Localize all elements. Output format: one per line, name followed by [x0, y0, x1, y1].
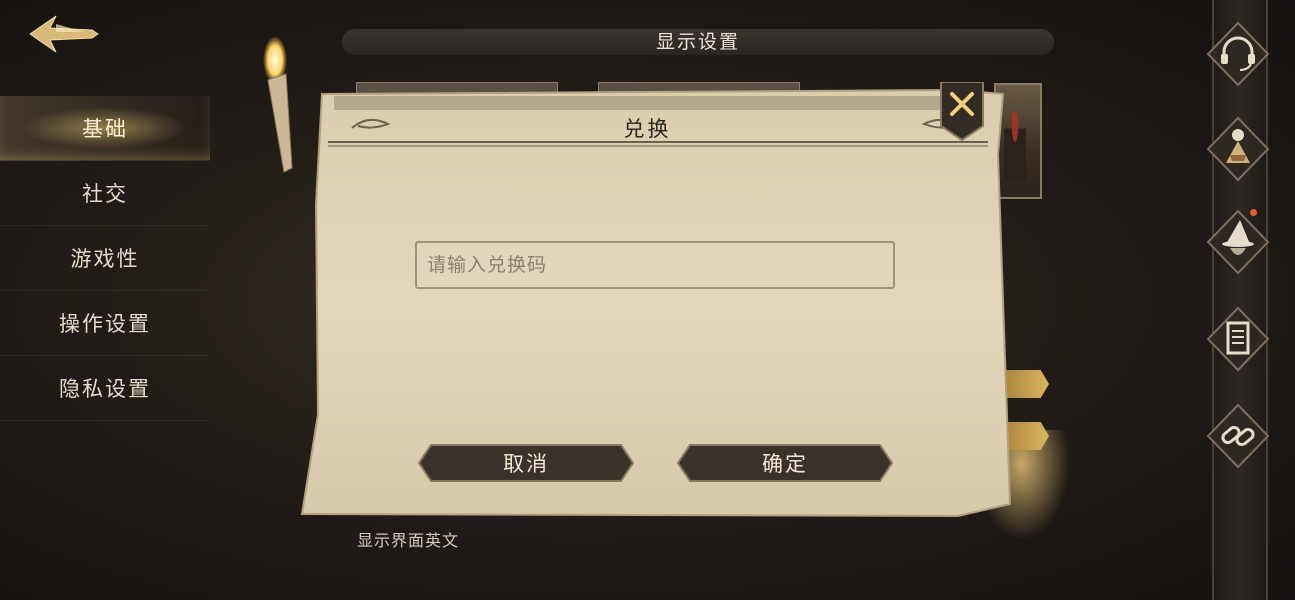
- confirm-button[interactable]: 确定: [676, 441, 894, 485]
- sidebar-item-label: 游戏性: [70, 247, 140, 271]
- dialog-title: 兑换: [623, 117, 672, 141]
- sidebar-item-label: 操作设置: [59, 312, 151, 336]
- english-ui-label: 显示界面英文: [357, 531, 460, 550]
- back-arrow-icon: [29, 15, 99, 53]
- settings-sidebar: 基础 社交 游戏性 操作设置 隐私设置: [0, 96, 210, 421]
- confirm-button-label: 确定: [762, 452, 808, 476]
- redeem-dialog-background: [300, 88, 1012, 518]
- torch-icon: [263, 36, 293, 173]
- back-button[interactable]: [22, 10, 102, 60]
- sidebar-item-label: 隐私设置: [59, 377, 151, 401]
- scroll-icon[interactable]: [1204, 305, 1272, 373]
- right-rail: [1212, 0, 1268, 600]
- close-icon[interactable]: [939, 82, 985, 142]
- sidebar-item-gameplay[interactable]: 游戏性: [0, 226, 210, 291]
- sidebar-item-label: 社交: [82, 182, 128, 206]
- cancel-button[interactable]: 取消: [417, 441, 635, 485]
- redeem-code-input[interactable]: [415, 241, 895, 289]
- cancel-button-label: 取消: [503, 452, 549, 476]
- sidebar-item-privacy[interactable]: 隐私设置: [0, 356, 210, 421]
- page-title: 显示设置: [342, 29, 1054, 55]
- headset-icon[interactable]: [1204, 20, 1272, 88]
- sidebar-item-controls[interactable]: 操作设置: [0, 291, 210, 356]
- link-icon[interactable]: [1204, 402, 1272, 470]
- sidebar-item-social[interactable]: 社交: [0, 161, 210, 226]
- notification-badge: [1250, 209, 1257, 216]
- wizard-hat-icon[interactable]: [1204, 208, 1272, 276]
